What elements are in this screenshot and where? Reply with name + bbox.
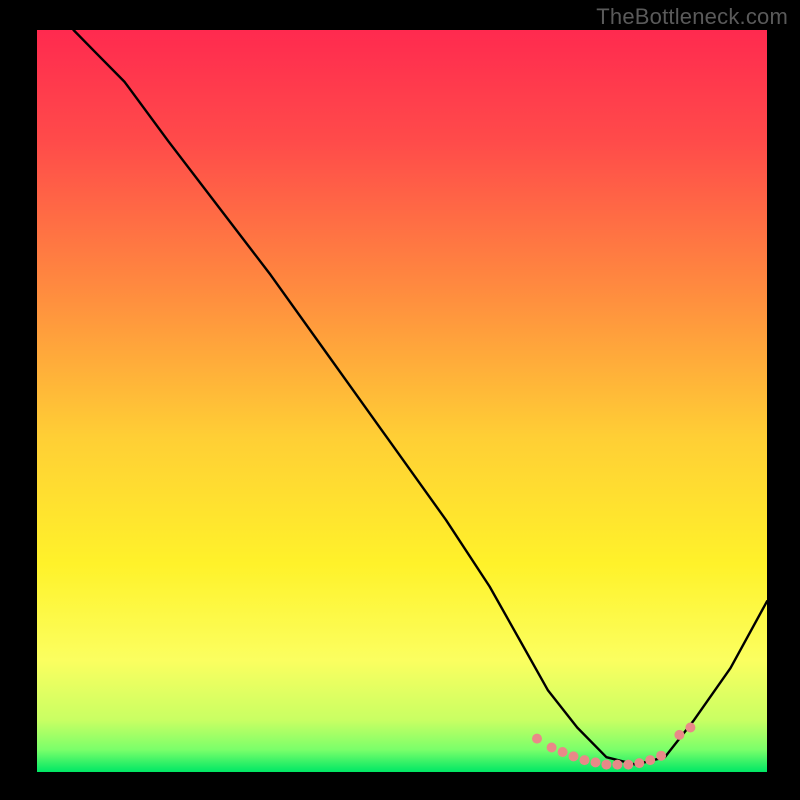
chart-background-gradient — [37, 30, 767, 772]
chart-svg — [0, 0, 800, 800]
chart-marker — [685, 723, 695, 733]
chart-marker — [558, 747, 568, 757]
chart-marker — [645, 755, 655, 765]
chart-marker — [591, 757, 601, 767]
chart-marker — [674, 730, 684, 740]
chart-marker — [580, 755, 590, 765]
chart-marker — [601, 760, 611, 770]
chart-marker — [569, 751, 579, 761]
chart-marker — [634, 758, 644, 768]
chart-marker — [623, 760, 633, 770]
chart-marker — [612, 760, 622, 770]
chart-marker — [656, 751, 666, 761]
chart-marker — [532, 734, 542, 744]
chart-container: TheBottleneck.com — [0, 0, 800, 800]
watermark-text: TheBottleneck.com — [596, 4, 788, 30]
chart-marker — [547, 743, 557, 753]
